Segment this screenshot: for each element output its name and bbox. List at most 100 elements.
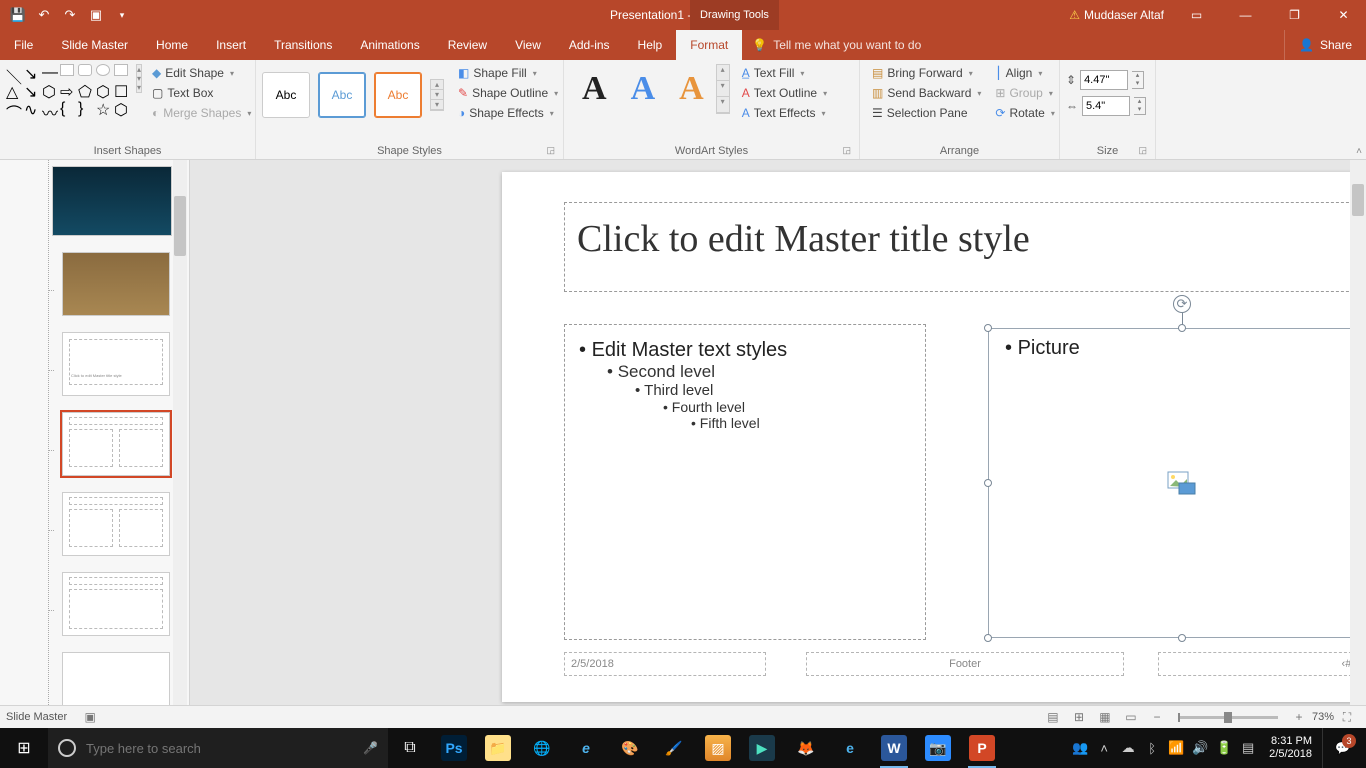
selection-pane-button[interactable]: ☰Selection Pane <box>868 104 985 122</box>
undo-icon[interactable]: ↶ <box>34 5 54 25</box>
tray-wifi-icon[interactable]: 📶 <box>1165 728 1187 768</box>
taskbar-app-photoshop[interactable]: Ps <box>432 728 476 768</box>
fit-to-window-icon[interactable]: ⛶ <box>1334 707 1360 727</box>
shapes-gallery[interactable]: ＼↘— △↘⬡⇨⬠⬡☐ ⌒∿〰{}☆⬡ <box>6 64 132 118</box>
tray-battery-icon[interactable]: 🔋 <box>1213 728 1235 768</box>
resize-handle-s[interactable] <box>1178 634 1186 642</box>
shape-styles-launcher[interactable]: ◲ <box>546 145 555 156</box>
tab-view[interactable]: View <box>501 30 555 60</box>
layout-thumb-4[interactable] <box>62 492 170 556</box>
layout-thumb-2[interactable]: Click to edit Master title style <box>62 332 170 396</box>
tab-format[interactable]: Format <box>676 30 742 60</box>
tab-addins[interactable]: Add-ins <box>555 30 624 60</box>
thumb-scrollbar-thumb[interactable] <box>174 196 186 256</box>
layout-thumb-6[interactable] <box>62 652 170 705</box>
tray-language-icon[interactable]: ▤ <box>1237 728 1259 768</box>
taskbar-app-word[interactable]: W <box>872 728 916 768</box>
tray-people-icon[interactable]: 👥 <box>1069 728 1091 768</box>
view-sorter-icon[interactable]: ⊞ <box>1066 707 1092 727</box>
zoom-in-button[interactable]: + <box>1286 707 1312 727</box>
size-launcher[interactable]: ◲ <box>1138 145 1147 156</box>
taskbar-app-krita[interactable]: 🎨 <box>608 728 652 768</box>
close-master-icon[interactable]: ▣ <box>77 707 103 727</box>
resize-handle-nw[interactable] <box>984 324 992 332</box>
picture-icon[interactable] <box>1167 471 1197 495</box>
rotate-handle[interactable]: ⟳ <box>1173 295 1191 313</box>
width-spinner[interactable]: ▴▾ <box>1134 97 1146 115</box>
close-button[interactable]: ✕ <box>1321 0 1366 30</box>
minimize-button[interactable]: — <box>1223 0 1268 30</box>
tab-animations[interactable]: Animations <box>346 30 433 60</box>
tab-home[interactable]: Home <box>142 30 202 60</box>
text-effects-button[interactable]: AText Effects▾ <box>738 104 831 122</box>
width-input[interactable] <box>1082 96 1130 116</box>
shape-fill-button[interactable]: ◧Shape Fill▾ <box>454 64 562 82</box>
date-placeholder[interactable]: 2/5/2018 <box>564 652 766 676</box>
resize-handle-sw[interactable] <box>984 634 992 642</box>
tab-insert[interactable]: Insert <box>202 30 260 60</box>
tray-bluetooth-icon[interactable]: ᛒ <box>1141 728 1163 768</box>
ribbon-display-options-icon[interactable]: ▭ <box>1174 0 1219 30</box>
taskbar-app-chrome[interactable]: 🌐 <box>520 728 564 768</box>
master-thumb[interactable] <box>52 166 172 236</box>
picture-placeholder-selected[interactable]: ⟳ Picture <box>988 328 1366 638</box>
taskbar-app-edge[interactable]: e <box>828 728 872 768</box>
zoom-out-button[interactable]: − <box>1144 707 1170 727</box>
taskbar-search[interactable]: 🎤 <box>48 728 388 768</box>
resize-handle-n[interactable] <box>1178 324 1186 332</box>
tray-volume-icon[interactable]: 🔊 <box>1189 728 1211 768</box>
save-icon[interactable]: 💾 <box>8 5 28 25</box>
slideshow-icon[interactable]: ▣ <box>86 5 106 25</box>
view-reading-icon[interactable]: ▦ <box>1092 707 1118 727</box>
layout-thumb-3-selected[interactable] <box>62 412 170 476</box>
slide-canvas[interactable]: Click to edit Master title style Edit Ma… <box>502 172 1366 702</box>
height-spinner[interactable]: ▴▾ <box>1132 71 1144 89</box>
shape-style-preset-3[interactable]: Abc <box>374 72 422 118</box>
slide-number-placeholder[interactable]: ‹#› <box>1158 652 1362 676</box>
wordart-preset-2[interactable]: A <box>619 70 668 108</box>
taskbar-clock[interactable]: 8:31 PM 2/5/2018 <box>1261 735 1320 761</box>
redo-icon[interactable]: ↷ <box>60 5 80 25</box>
wordart-preset-1[interactable]: A <box>570 70 619 108</box>
zoom-slider-thumb[interactable] <box>1224 712 1232 723</box>
tab-help[interactable]: Help <box>624 30 677 60</box>
taskbar-app-zfill[interactable]: ▨ <box>696 728 740 768</box>
action-center-icon[interactable]: 💬3 <box>1322 728 1362 768</box>
taskbar-app-ie[interactable]: e <box>564 728 608 768</box>
resize-handle-w[interactable] <box>984 479 992 487</box>
account-name[interactable]: ⚠Muddaser Altaf <box>1069 8 1164 22</box>
bring-forward-button[interactable]: ▤Bring Forward▾ <box>868 64 985 82</box>
send-backward-button[interactable]: ▥Send Backward▾ <box>868 84 985 102</box>
taskbar-app-powerpoint[interactable]: P <box>960 728 1004 768</box>
title-placeholder[interactable]: Click to edit Master title style <box>564 202 1366 292</box>
height-input[interactable] <box>1080 70 1128 90</box>
tray-onedrive-icon[interactable]: ☁ <box>1117 728 1139 768</box>
wordart-preset-3[interactable]: A <box>667 70 716 108</box>
canvas-scrollbar-thumb[interactable] <box>1352 184 1364 216</box>
layout-thumb-1[interactable] <box>62 252 170 316</box>
edit-shape-button[interactable]: ◆Edit Shape▾ <box>148 64 255 82</box>
align-button[interactable]: ⎮Align▾ <box>991 64 1058 82</box>
collapse-ribbon-icon[interactable]: ˄ <box>1356 146 1362 157</box>
text-fill-button[interactable]: A̲Text Fill▾ <box>738 64 831 82</box>
shape-outline-button[interactable]: ✎Shape Outline▾ <box>454 84 562 102</box>
taskbar-search-input[interactable] <box>86 741 353 756</box>
tab-transitions[interactable]: Transitions <box>260 30 346 60</box>
tab-file[interactable]: File <box>0 30 47 60</box>
mic-icon[interactable]: 🎤 <box>363 741 378 755</box>
rotate-button[interactable]: ⟳Rotate▾ <box>991 104 1058 122</box>
footer-placeholder[interactable]: Footer <box>806 652 1124 676</box>
share-button[interactable]: 👤 Share <box>1284 30 1366 60</box>
shape-effects-button[interactable]: ◑Shape Effects▾ <box>454 104 562 122</box>
content-placeholder[interactable]: Edit Master text styles Second level Thi… <box>564 324 926 640</box>
taskbar-app-filmora[interactable]: ▶ <box>740 728 784 768</box>
zoom-slider[interactable] <box>1178 716 1278 719</box>
qat-customize-icon[interactable]: ▾ <box>112 5 132 25</box>
taskbar-app-firefox[interactable]: 🦊 <box>784 728 828 768</box>
taskbar-app-paint[interactable]: 🖌️ <box>652 728 696 768</box>
tab-slide-master[interactable]: Slide Master <box>47 30 142 60</box>
shapes-gallery-more[interactable]: ▴▾▾ <box>136 64 142 93</box>
text-outline-button[interactable]: AText Outline▾ <box>738 84 831 102</box>
taskbar-app-zoom[interactable]: 📷 <box>916 728 960 768</box>
tray-overflow-icon[interactable]: ˄ <box>1093 728 1115 768</box>
